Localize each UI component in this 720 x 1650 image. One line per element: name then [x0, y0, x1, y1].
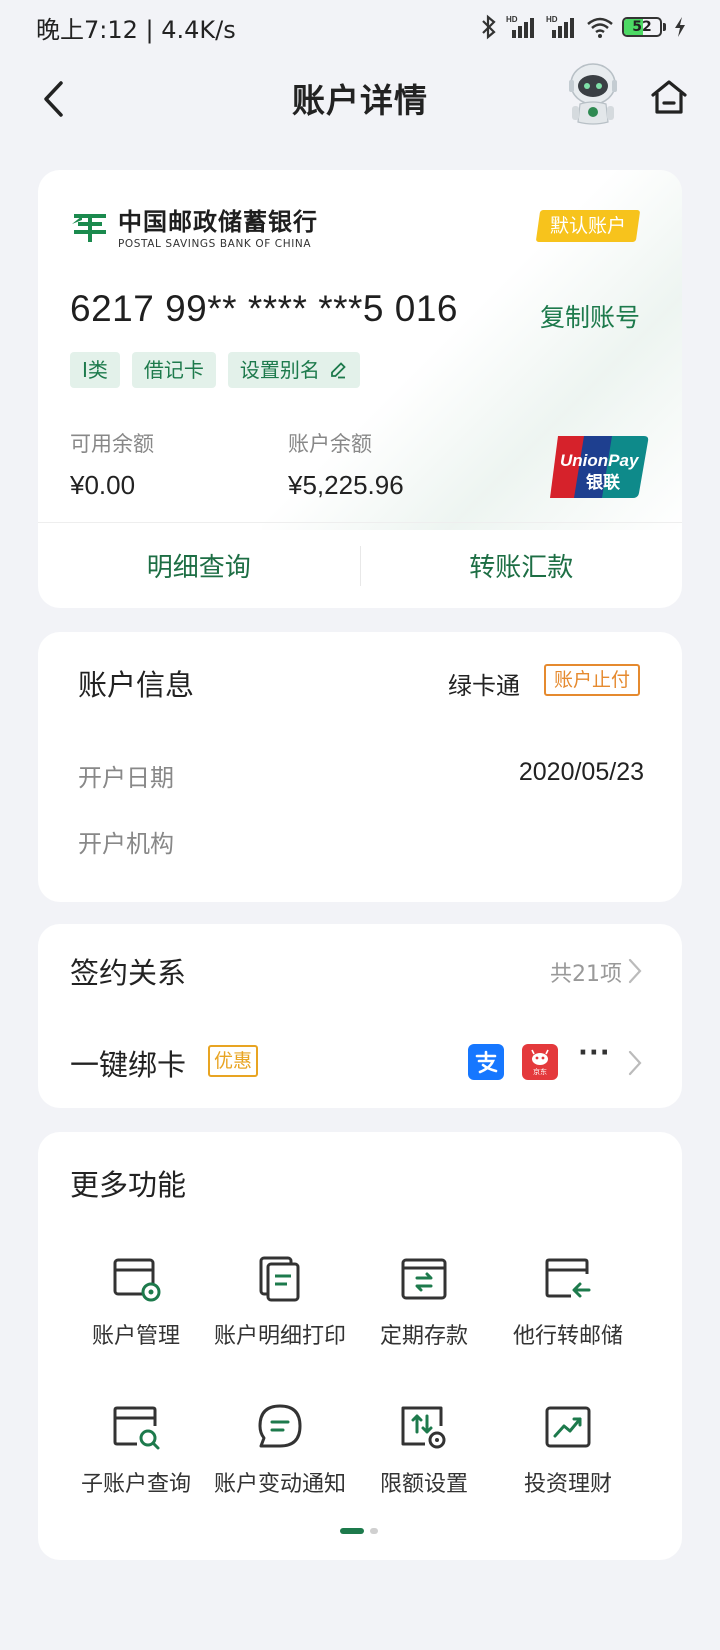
wifi-icon	[587, 17, 613, 38]
home-icon	[651, 80, 687, 114]
sub-account-search-button[interactable]: 子账户查询	[56, 1402, 216, 1498]
available-balance-value: ¥0.00	[70, 470, 136, 500]
open-date-label: 开户日期	[78, 764, 174, 792]
edit-icon	[331, 362, 346, 379]
limit-setting-icon	[401, 1406, 446, 1449]
signal-hd-icon: HD	[506, 15, 534, 38]
grid-label: 投资理财	[523, 1472, 612, 1497]
bluetooth-icon	[482, 14, 496, 40]
signing-title: 签约关系	[70, 956, 187, 990]
sub-account-search-icon	[113, 1406, 160, 1450]
limit-setting-button[interactable]: 限额设置	[344, 1402, 504, 1498]
signing-card: 签约关系 共21项 一键绑卡 优惠 京东 ···	[38, 924, 682, 1108]
grid-label: 限额设置	[379, 1472, 468, 1497]
svg-text:银联: 银联	[586, 472, 620, 493]
branch-label: 开户机构	[78, 830, 174, 858]
detail-query-button[interactable]: 明细查询	[38, 547, 360, 584]
fixed-deposit-button[interactable]: 定期存款	[344, 1254, 504, 1350]
account-card: 中国邮政储蓄银行 POSTAL SAVINGS BANK OF CHINA 默认…	[38, 170, 682, 608]
jd-icon: 京东	[522, 1044, 558, 1080]
status-badge: 账户止付	[544, 664, 641, 696]
charging-icon	[675, 17, 685, 37]
grid-label: 账户明细打印	[213, 1324, 346, 1349]
grid-label: 账户管理	[91, 1324, 180, 1349]
copy-account-button[interactable]: 复制账号	[540, 298, 640, 334]
transfer-button[interactable]: 转账汇款	[361, 547, 683, 584]
card-tags: Ⅰ类 借记卡 设置别名	[70, 352, 360, 388]
card-type: 绿卡通	[448, 672, 520, 700]
alipay-icon	[468, 1044, 504, 1080]
grid-label: 他行转邮储	[512, 1324, 623, 1349]
more-functions-title: 更多功能	[70, 1168, 187, 1202]
bind-card-row[interactable]: 一键绑卡 优惠 京东 ···	[38, 1016, 682, 1108]
battery-indicator: 52	[622, 17, 666, 37]
svg-text:HD: HD	[506, 15, 518, 24]
assistant-robot-icon[interactable]	[558, 56, 628, 126]
account-balance-label: 账户余额	[288, 432, 372, 456]
page-dot	[370, 1528, 378, 1534]
bind-card-title: 一键绑卡	[70, 1048, 187, 1082]
default-account-badge: 默认账户	[535, 210, 641, 242]
detail-print-button[interactable]: 账户明细打印	[200, 1254, 360, 1350]
page-indicator	[340, 1528, 378, 1534]
set-alias-button[interactable]: 设置别名	[227, 352, 360, 388]
page-dot-active	[340, 1528, 364, 1534]
svg-text:UnionPay: UnionPay	[560, 451, 640, 470]
set-alias-label: 设置别名	[239, 358, 320, 382]
change-notify-button[interactable]: 账户变动通知	[200, 1402, 360, 1498]
account-info-card: 账户信息 绿卡通 账户止付 开户日期 2020/05/23 开户机构	[38, 632, 682, 902]
change-notify-icon	[258, 1404, 302, 1448]
card-actions: 明细查询 转账汇款	[38, 522, 682, 608]
signing-count: 共21项	[550, 962, 622, 987]
psbc-logo-icon	[72, 214, 106, 242]
svg-text:京东: 京东	[533, 1067, 547, 1076]
investment-icon	[545, 1406, 591, 1448]
tag-class: Ⅰ类	[70, 352, 120, 388]
unionpay-logo-icon: UnionPay 银联	[550, 436, 649, 498]
signal-hd-icon-2: HD	[546, 15, 574, 38]
more-functions-card: 更多功能 账户管理 账户明细打印 定期存款 他行转邮储 子账户查询 账户变动通知…	[38, 1132, 682, 1560]
back-button[interactable]	[26, 72, 80, 126]
grid-label: 定期存款	[379, 1324, 468, 1349]
svg-text:HD: HD	[546, 15, 558, 24]
fixed-deposit-icon	[401, 1258, 447, 1300]
available-balance-label: 可用余额	[70, 432, 154, 456]
status-time: 晚上7:12 | 4.4K/s	[36, 15, 236, 44]
grid-label: 账户变动通知	[213, 1472, 346, 1497]
bank-logo: 中国邮政储蓄银行 POSTAL SAVINGS BANK OF CHINA	[70, 202, 318, 250]
account-manage-button[interactable]: 账户管理	[56, 1254, 216, 1350]
card-number: 6217 99** **** ***5 016	[70, 288, 458, 329]
nav-bar: 账户详情	[0, 54, 720, 154]
chevron-right-icon	[628, 1050, 642, 1076]
account-balance-value: ¥5,225.96	[288, 470, 404, 500]
more-icon: ···	[578, 1038, 611, 1068]
open-date-value: 2020/05/23	[518, 758, 644, 786]
battery-percent: 52	[632, 19, 652, 35]
tag-debit-card: 借记卡	[131, 352, 216, 388]
bank-name: 中国邮政储蓄银行	[118, 208, 318, 236]
investment-button[interactable]: 投资理财	[488, 1402, 648, 1498]
status-icons: HD HD 52	[480, 14, 686, 40]
bank-name-en: POSTAL SAVINGS BANK OF CHINA	[118, 238, 312, 250]
detail-print-icon	[259, 1256, 300, 1302]
grid-label: 子账户查询	[80, 1472, 191, 1497]
transfer-in-button[interactable]: 他行转邮储	[488, 1254, 648, 1350]
home-button[interactable]	[642, 70, 696, 124]
promo-badge: 优惠	[208, 1045, 259, 1077]
account-info-title: 账户信息	[78, 668, 195, 702]
signing-row[interactable]: 签约关系 共21项	[38, 924, 682, 1016]
chevron-left-icon	[44, 81, 63, 117]
account-manage-icon	[113, 1258, 161, 1302]
transfer-in-icon	[545, 1258, 591, 1298]
status-bar: 晚上7:12 | 4.4K/s HD HD 52	[0, 0, 720, 54]
page-title: 账户详情	[292, 81, 428, 120]
chevron-right-icon	[628, 958, 642, 984]
